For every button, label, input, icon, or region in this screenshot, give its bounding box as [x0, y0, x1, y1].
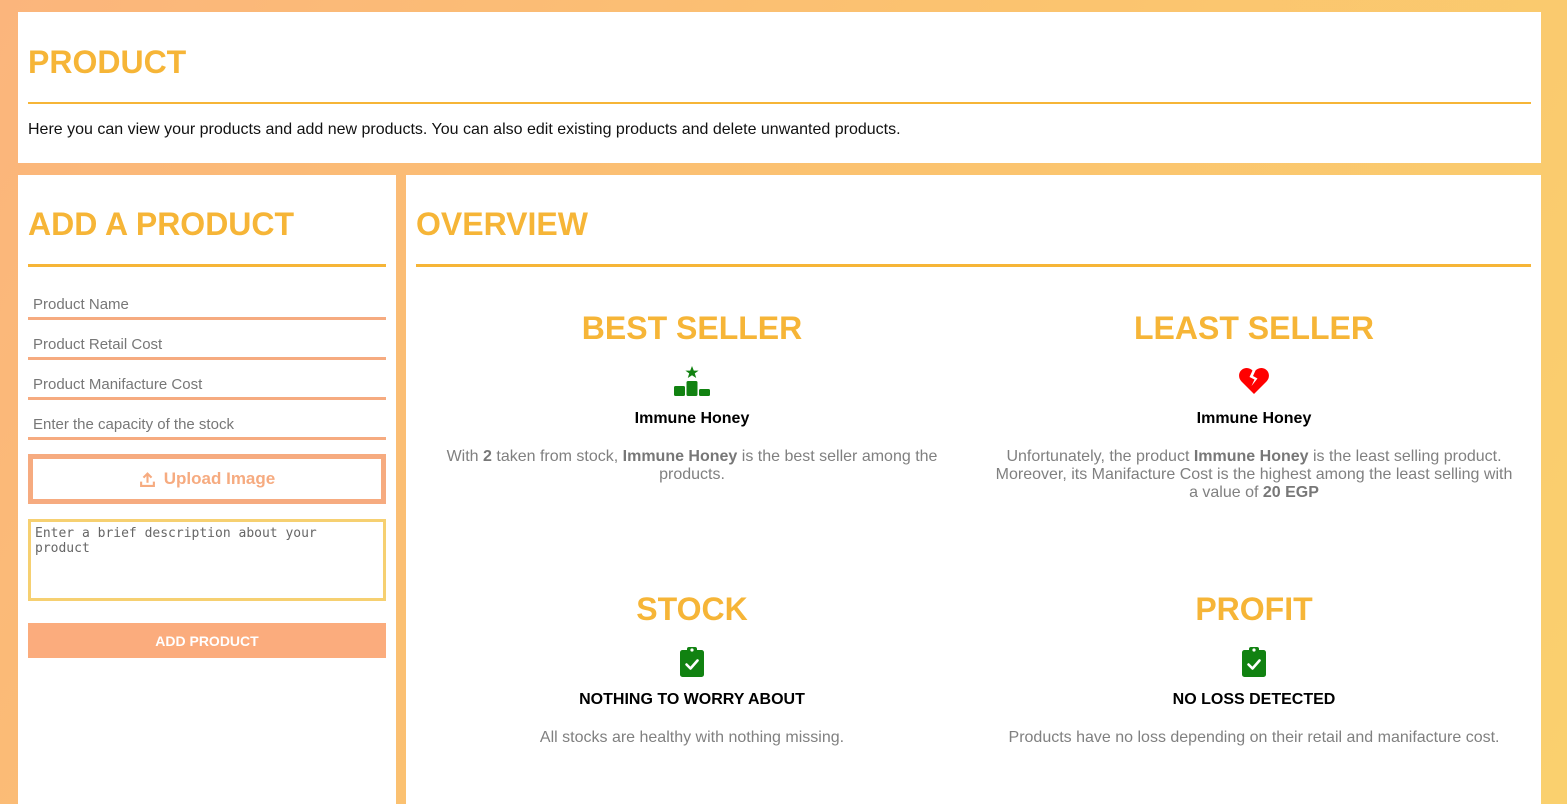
stock-description: All stocks are healthy with nothing miss…: [539, 729, 845, 746]
stock-capacity-input[interactable]: [28, 412, 386, 437]
header-panel: PRODUCT Here you can view your products …: [18, 12, 1541, 163]
profit-heading: PROFIT: [1195, 591, 1313, 627]
best-seller-description: With 2 taken from stock, Immune Honey is…: [446, 448, 938, 483]
best-seller-product: Immune Honey: [622, 448, 738, 465]
best-seller-heading: BEST SELLER: [581, 310, 803, 346]
product-name-input[interactable]: [28, 292, 386, 317]
add-product-button[interactable]: ADD PRODUCT: [28, 623, 386, 658]
overview-panel: OVERVIEW BEST SELLER Immune Honey With 2…: [406, 175, 1541, 804]
least-seller-card: LEAST SELLER Immune Honey Unfortunately,…: [984, 310, 1524, 502]
overview-title: OVERVIEW: [416, 206, 588, 242]
page-subtitle: Here you can view your products and add …: [28, 121, 901, 138]
manufacture-cost-input[interactable]: [28, 372, 386, 397]
least-seller-product-name: Immune Honey: [1196, 410, 1312, 427]
least-seller-value: 20 EGP: [1262, 484, 1319, 501]
add-product-divider: [28, 264, 386, 267]
overview-divider: [416, 264, 1531, 267]
stock-capacity-field: [28, 412, 386, 440]
page-title: PRODUCT: [28, 44, 187, 80]
stock-heading: STOCK: [636, 591, 748, 627]
best-seller-product-name: Immune Honey: [634, 410, 750, 427]
profit-description: Products have no loss depending on their…: [1008, 729, 1500, 746]
least-seller-product: Immune Honey: [1193, 448, 1309, 465]
best-seller-card: BEST SELLER Immune Honey With 2 taken fr…: [422, 310, 962, 484]
profit-status: NO LOSS DETECTED: [1172, 691, 1336, 708]
product-name-field: [28, 292, 386, 320]
upload-image-label: Upload Image: [163, 469, 276, 488]
podium-star-icon: [422, 364, 962, 398]
profit-card: PROFIT NO LOSS DETECTED Products have no…: [984, 591, 1524, 747]
least-seller-heading: LEAST SELLER: [1133, 310, 1374, 346]
broken-heart-icon: [984, 364, 1524, 398]
retail-cost-field: [28, 332, 386, 360]
header-divider: [28, 102, 1531, 104]
add-product-title: ADD A PRODUCT: [28, 206, 295, 242]
manufacture-cost-field: [28, 372, 386, 400]
retail-cost-input[interactable]: [28, 332, 386, 357]
least-seller-description: Unfortunately, the product Immune Honey …: [995, 448, 1513, 501]
upload-icon: [139, 471, 155, 487]
stock-status: NOTHING TO WORRY ABOUT: [579, 691, 805, 708]
description-textarea[interactable]: [28, 519, 386, 601]
upload-image-button[interactable]: Upload Image: [28, 454, 386, 504]
clipboard-check-icon: [984, 645, 1524, 679]
best-seller-count: 2: [483, 448, 492, 465]
clipboard-check-icon: [422, 645, 962, 679]
stock-card: STOCK NOTHING TO WORRY ABOUT All stocks …: [422, 591, 962, 747]
add-product-panel: ADD A PRODUCT Upload Image ADD PRODUCT: [18, 175, 396, 804]
